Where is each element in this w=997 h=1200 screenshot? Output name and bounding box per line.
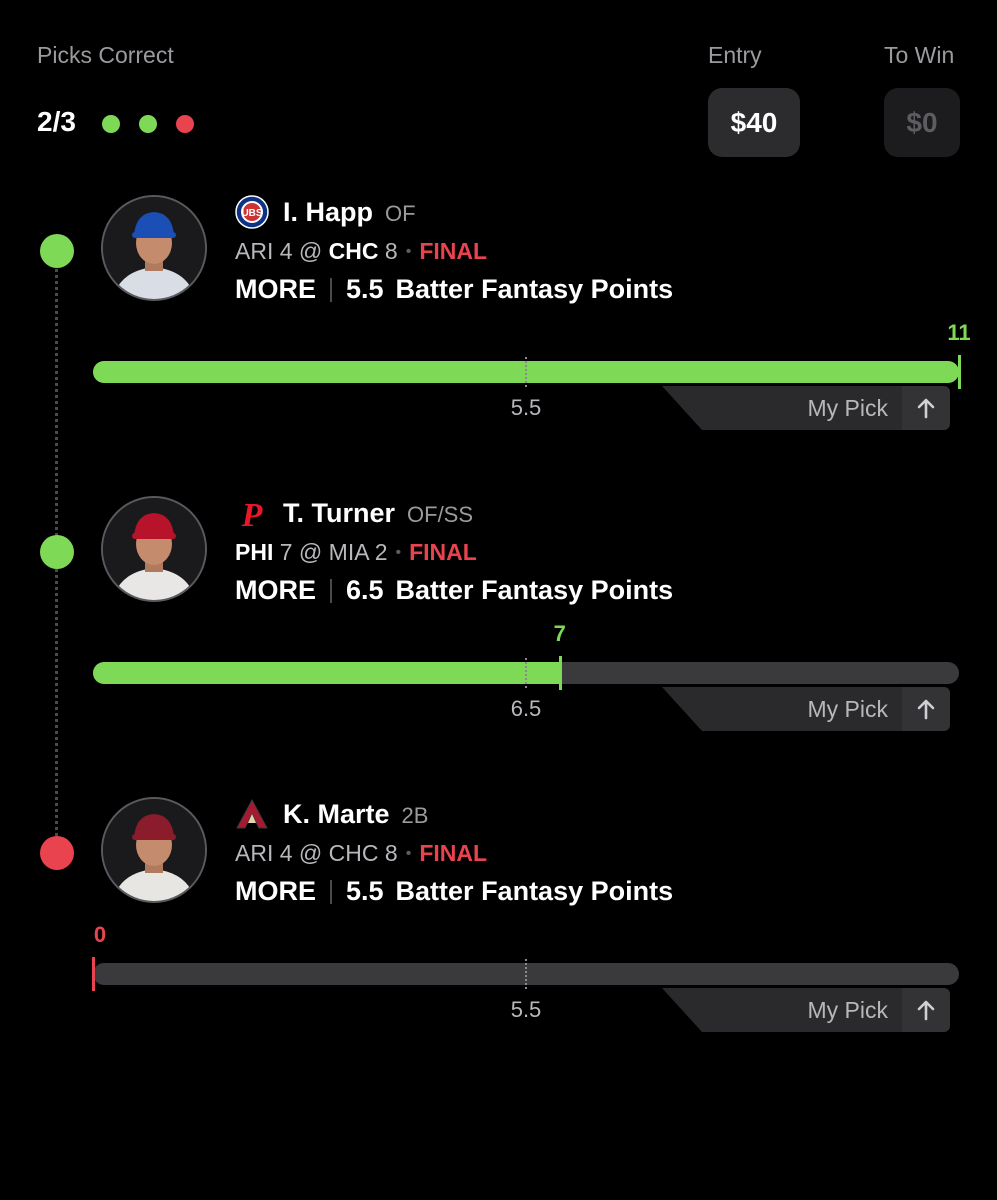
team-logo-icon [235,797,269,836]
player-header: T. Turner OF/SS [283,498,473,529]
stat-name: Batter Fantasy Points [395,274,674,304]
away-score: 7 [279,539,293,565]
entry-amount: $40 [708,88,800,157]
line-value: 5.5 [346,876,384,906]
divider [330,578,332,603]
away-score: 4 [279,840,293,866]
svg-text:P: P [241,497,263,530]
divider [330,879,332,904]
game-status: FINAL [419,238,488,264]
svg-text:UBS: UBS [241,208,262,219]
my-pick-label: My Pick [807,996,889,1023]
away-score: 4 [279,238,293,264]
threshold-label: 5.5 [510,395,542,420]
player-position: OF [385,201,416,226]
pick-direction: MORE [235,274,316,304]
pick-line: MORE 5.5 Batter Fantasy Points [235,274,673,305]
progress-fill [93,662,560,684]
home-score: 2 [374,539,388,565]
away-team: PHI [235,539,274,565]
arrow-up-icon [902,687,950,731]
separator-dot-icon: • [405,844,412,862]
result-marker [958,355,961,389]
to-win-label: To Win [884,42,955,68]
game-info: ARI 4 @ CHC 8 • FINAL [235,238,487,265]
pick-status-dot [40,234,74,268]
player-position: 2B [401,803,429,828]
arrow-up-icon [902,988,950,1032]
separator-dot-icon: • [405,242,412,260]
threshold-marker [525,357,529,387]
player-avatar [101,195,207,301]
game-status: FINAL [419,840,488,866]
team-logo-icon: P [235,496,269,535]
arrow-up-icon [902,386,950,430]
home-team: MIA [328,539,369,565]
pick-status-dot [40,836,74,870]
away-team: ARI [235,840,274,866]
result-marker [558,656,562,690]
at-symbol: @ [298,840,323,866]
divider [330,277,332,302]
stat-name: Batter Fantasy Points [395,575,674,605]
game-info: ARI 4 @ CHC 8 • FINAL [235,840,487,867]
away-team: ARI [235,238,274,264]
to-win-amount: $0 [884,88,960,157]
result-value: 7 [553,621,566,646]
game-status: FINAL [409,539,477,565]
player-avatar [101,797,207,903]
picks-correct-score: 2/3 [37,106,76,137]
my-pick-label: My Pick [807,394,889,421]
picks-correct-label: Picks Correct [37,42,174,68]
threshold-marker [525,658,529,688]
pick-status-dot [40,535,74,569]
pick-line: MORE 5.5 Batter Fantasy Points [235,876,673,907]
pick-line: MORE 6.5 Batter Fantasy Points [235,575,673,606]
entry-label: Entry [708,42,762,68]
stat-name: Batter Fantasy Points [395,876,674,906]
home-score: 8 [384,840,398,866]
player-position: OF/SS [407,502,474,527]
threshold-label: 5.5 [510,997,542,1022]
my-pick-button[interactable]: My Pick [662,386,950,430]
player-name: T. Turner [283,498,396,528]
pick-indicator-3 [176,115,194,133]
threshold-marker [525,959,529,989]
separator-dot-icon: • [395,543,402,561]
pick-indicator-1 [102,115,120,133]
my-pick-label: My Pick [807,695,889,722]
home-team: CHC [328,840,379,866]
at-symbol: @ [298,539,323,565]
result-marker [92,957,95,991]
home-team: CHC [328,238,379,264]
line-value: 5.5 [346,274,384,304]
game-info: PHI 7 @ MIA 2 • FINAL [235,539,477,566]
pick-direction: MORE [235,876,316,906]
my-pick-button[interactable]: My Pick [662,988,950,1032]
result-value: 0 [93,922,107,947]
player-name: I. Happ [283,197,374,227]
my-pick-button[interactable]: My Pick [662,687,950,731]
pick-indicator-2 [139,115,157,133]
player-name: K. Marte [283,799,390,829]
home-score: 8 [384,238,398,264]
player-header: K. Marte 2B [283,799,428,830]
player-header: I. Happ OF [283,197,416,228]
pick-direction: MORE [235,575,316,605]
line-value: 6.5 [346,575,384,605]
team-logo-icon: UBS [235,195,269,234]
player-avatar [101,496,207,602]
threshold-label: 6.5 [510,696,542,721]
at-symbol: @ [298,238,323,264]
result-value: 11 [947,320,971,345]
